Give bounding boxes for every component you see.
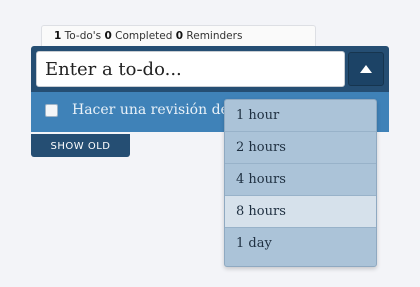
stats-bar: 1 To-do's 0 Completed 0 Reminders [41, 25, 316, 46]
toggle-list-button[interactable] [348, 52, 384, 86]
show-old-button[interactable]: SHOW OLD [31, 134, 130, 157]
reminder-dropdown: 1 hour 2 hours 4 hours 8 hours 1 day [224, 99, 377, 267]
todo-label: To-do's [64, 30, 102, 42]
todo-input[interactable] [36, 51, 345, 87]
triangle-up-icon [360, 65, 372, 73]
task-text: Hacer una revisión de D [72, 102, 245, 118]
reminder-option[interactable]: 2 hours [225, 132, 376, 164]
completed-label: Completed [115, 30, 173, 42]
task-checkbox[interactable] [45, 104, 58, 117]
reminders-count: 0 [175, 30, 184, 42]
completed-count: 0 [104, 30, 112, 42]
reminders-label: Reminders [186, 30, 243, 42]
todo-count: 1 [54, 30, 62, 42]
reminder-option[interactable]: 4 hours [225, 164, 376, 196]
reminder-option[interactable]: 1 hour [225, 100, 376, 132]
reminder-option[interactable]: 1 day [225, 228, 376, 260]
reminder-option[interactable]: 8 hours [225, 196, 376, 228]
